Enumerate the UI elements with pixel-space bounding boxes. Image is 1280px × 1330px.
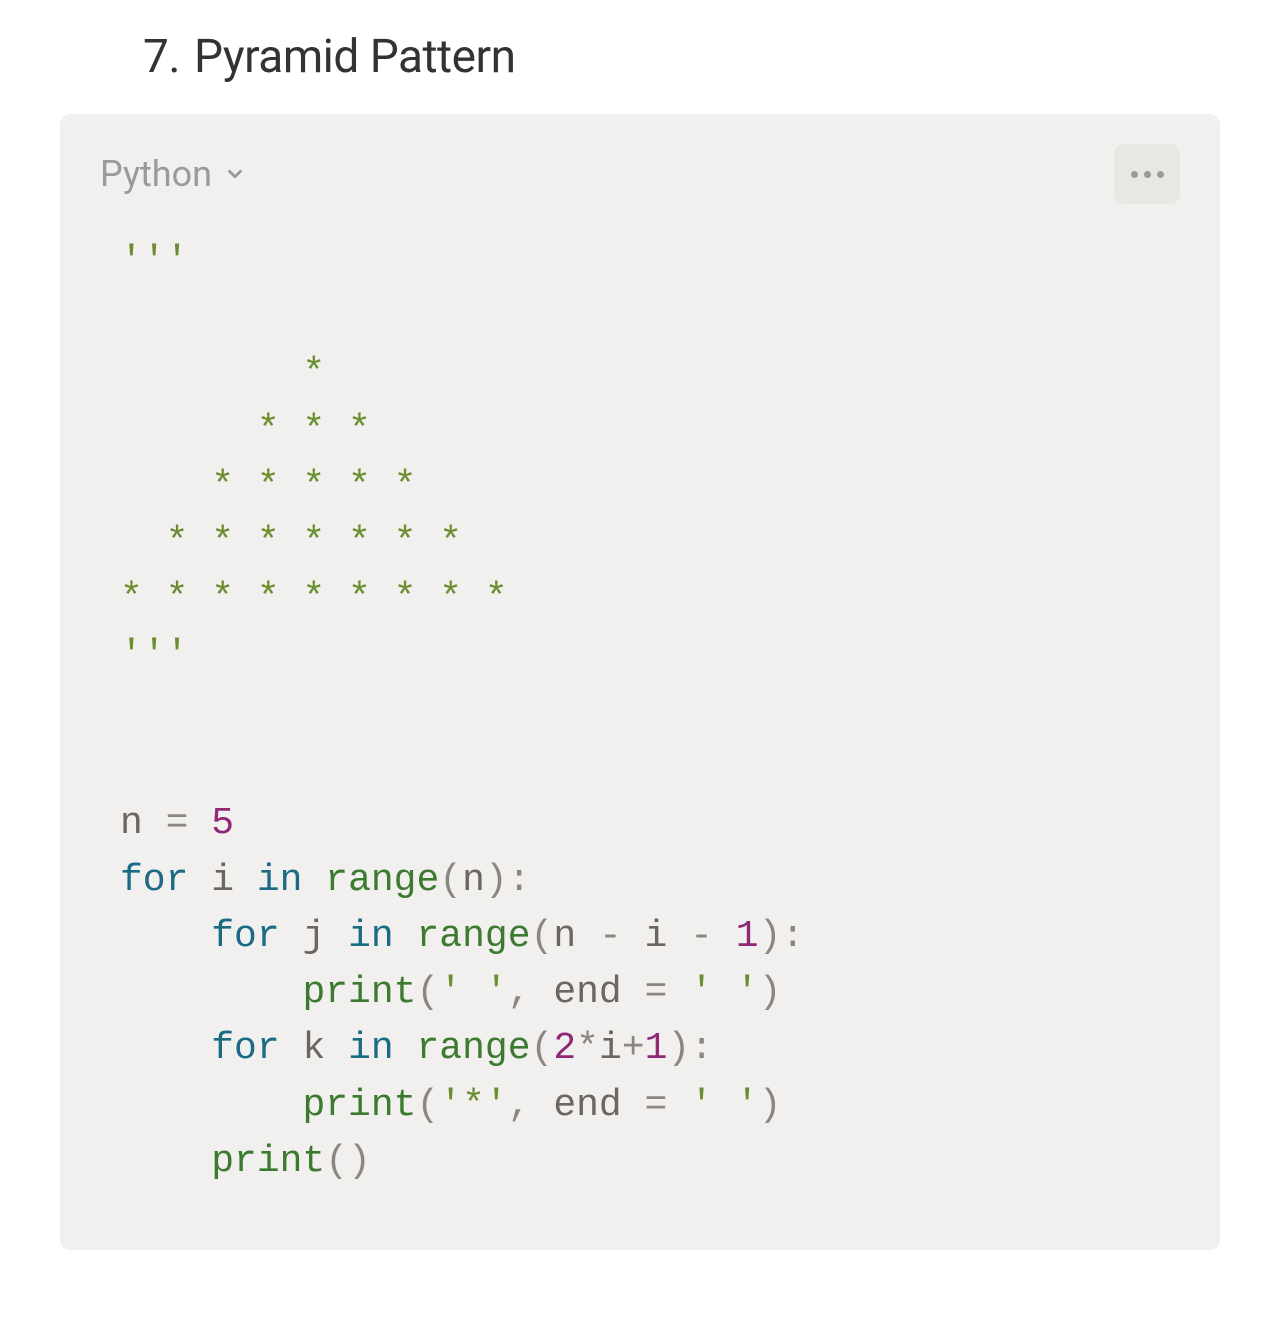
- code-token: (: [531, 1027, 554, 1070]
- code-token: i: [188, 859, 256, 902]
- more-icon: [1144, 171, 1151, 178]
- code-token: for: [211, 915, 279, 958]
- language-selector[interactable]: Python: [100, 153, 246, 195]
- code-token: ''': [120, 240, 188, 283]
- heading-title: Pyramid Pattern: [194, 30, 516, 84]
- code-token: -: [690, 915, 713, 958]
- code-token: ,: [508, 971, 554, 1014]
- code-token: in: [348, 1027, 394, 1070]
- code-token: ): [759, 1084, 782, 1127]
- code-token: [120, 1027, 211, 1070]
- code-block: Python ''' * * * * * * * * * * * * * * *…: [60, 114, 1220, 1250]
- code-token: ''': [120, 634, 188, 677]
- code-token: (: [531, 915, 554, 958]
- code-token: 1: [645, 1027, 668, 1070]
- code-content[interactable]: ''' * * * * * * * * * * * * * * * * * * …: [100, 234, 1180, 1190]
- code-token: print: [211, 1140, 325, 1183]
- code-block-header: Python: [100, 144, 1180, 204]
- code-token: ): [485, 859, 508, 902]
- code-token: [394, 1027, 417, 1070]
- code-token: ' ': [690, 1084, 758, 1127]
- code-token: (: [416, 1084, 439, 1127]
- code-token: ' ': [439, 971, 507, 1014]
- code-token: (: [439, 859, 462, 902]
- code-token: =: [143, 802, 211, 845]
- code-token: i: [599, 1027, 622, 1070]
- more-icon: [1157, 171, 1164, 178]
- language-label: Python: [100, 153, 212, 195]
- code-token: ): [759, 915, 782, 958]
- code-token: [120, 1084, 302, 1127]
- code-token: [120, 1140, 211, 1183]
- code-token: =: [645, 1084, 691, 1127]
- code-token: for: [120, 859, 188, 902]
- code-token: print: [302, 1084, 416, 1127]
- code-token: end: [553, 971, 644, 1014]
- code-token: [302, 859, 325, 902]
- code-token: in: [257, 859, 303, 902]
- code-token: :: [508, 859, 531, 902]
- code-token: j: [280, 915, 348, 958]
- code-token: [394, 915, 417, 958]
- code-token: n: [120, 802, 143, 845]
- code-token: (): [325, 1140, 371, 1183]
- code-token: * * * * * * * * *: [120, 577, 508, 620]
- code-token: ,: [508, 1084, 554, 1127]
- code-token: * * * * *: [120, 465, 416, 508]
- code-token: [120, 971, 302, 1014]
- code-token: +: [622, 1027, 645, 1070]
- code-token: for: [211, 1027, 279, 1070]
- code-token: '*': [439, 1084, 507, 1127]
- code-token: n: [553, 915, 599, 958]
- code-token: k: [280, 1027, 348, 1070]
- code-token: :: [690, 1027, 713, 1070]
- code-token: 1: [713, 915, 759, 958]
- code-token: range: [325, 859, 439, 902]
- more-options-button[interactable]: [1114, 144, 1180, 204]
- code-token: [120, 915, 211, 958]
- code-token: -: [599, 915, 622, 958]
- code-token: * * *: [120, 409, 371, 452]
- code-token: 2: [553, 1027, 576, 1070]
- code-token: =: [645, 971, 691, 1014]
- code-token: range: [416, 1027, 530, 1070]
- code-token: print: [302, 971, 416, 1014]
- code-token: *: [120, 352, 325, 395]
- heading-number: 7.: [100, 30, 194, 84]
- code-token: range: [416, 915, 530, 958]
- code-token: (: [416, 971, 439, 1014]
- code-token: ): [667, 1027, 690, 1070]
- code-token: ' ': [690, 971, 758, 1014]
- code-token: *: [576, 1027, 599, 1070]
- code-token: i: [622, 915, 690, 958]
- section-heading: 7. Pyramid Pattern: [100, 30, 1220, 84]
- code-token: :: [781, 915, 804, 958]
- code-token: in: [348, 915, 394, 958]
- code-token: * * * * * * *: [120, 521, 462, 564]
- more-icon: [1131, 171, 1138, 178]
- code-token: ): [759, 971, 782, 1014]
- chevron-down-icon: [224, 163, 246, 185]
- code-token: n: [462, 859, 485, 902]
- code-token: 5: [211, 802, 234, 845]
- code-token: end: [553, 1084, 644, 1127]
